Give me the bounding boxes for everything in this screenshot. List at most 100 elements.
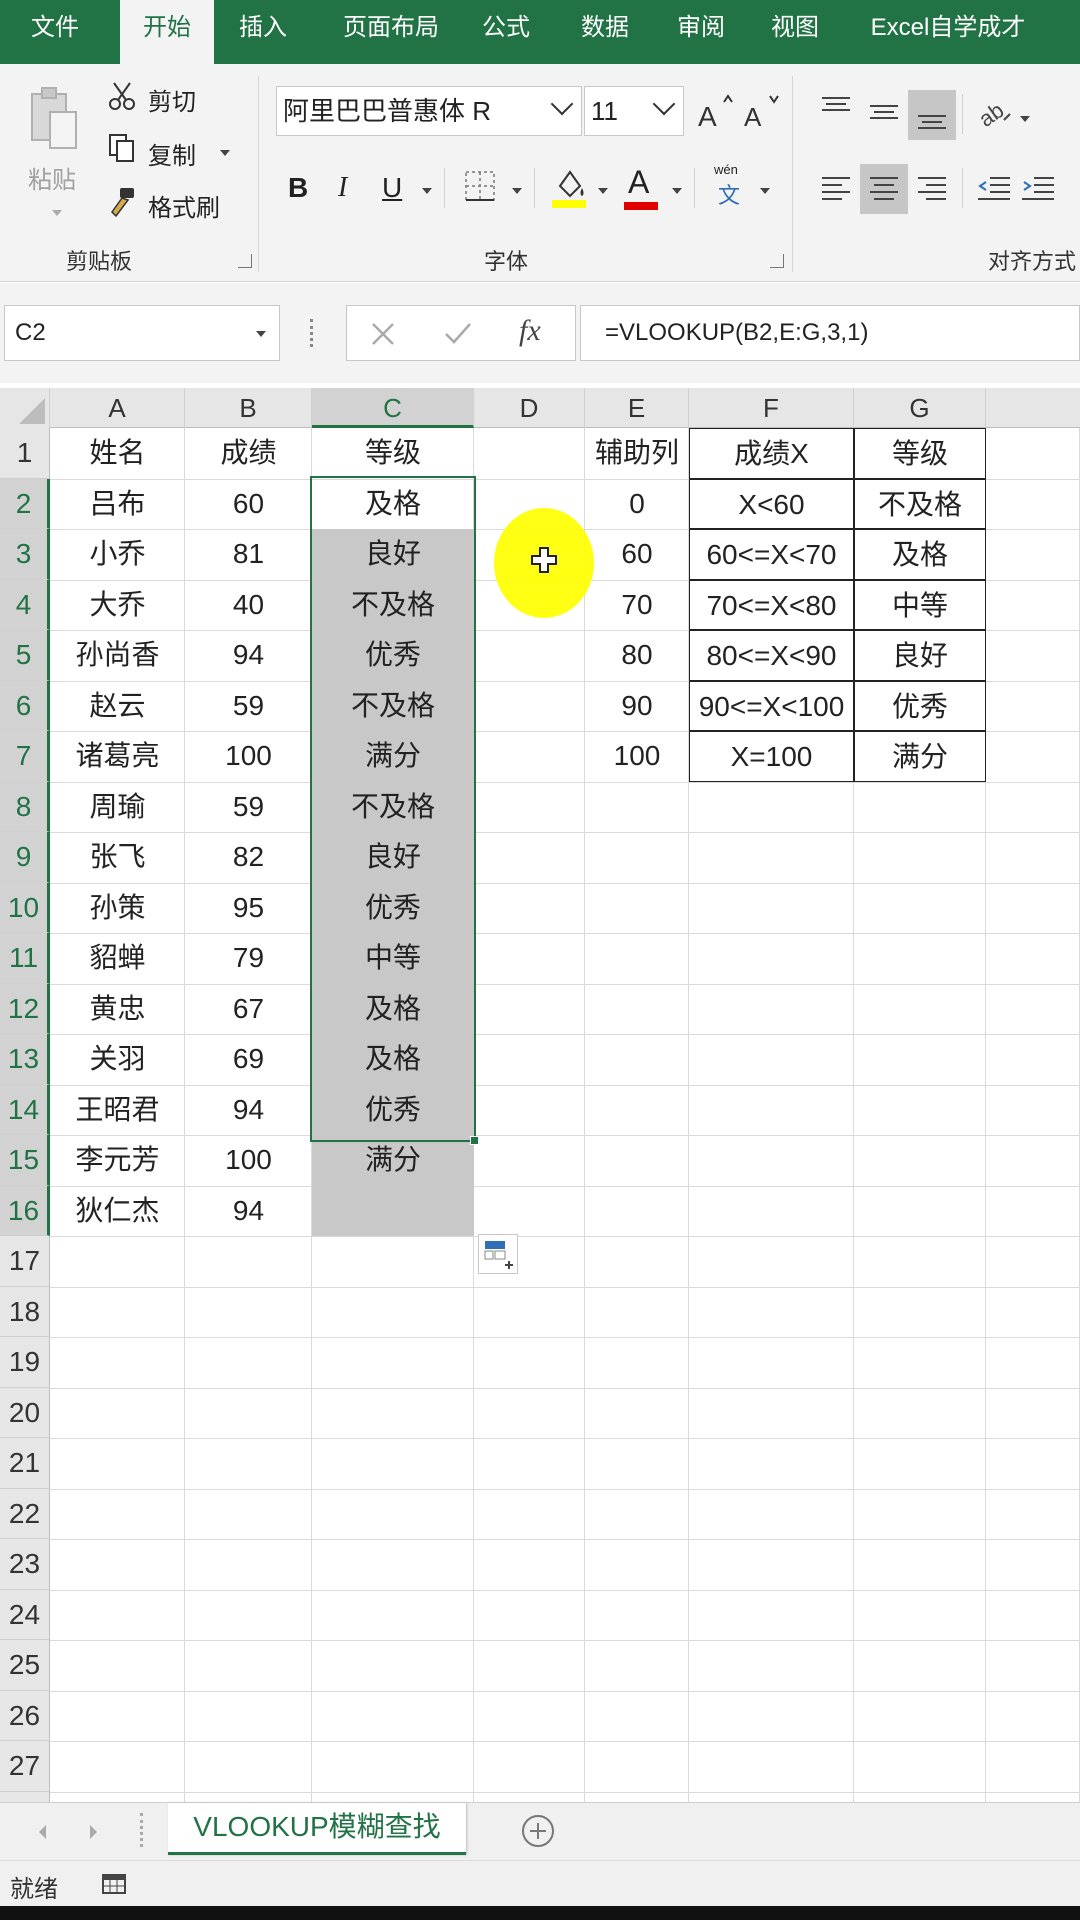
select-all-button[interactable] <box>0 388 50 428</box>
helper-column-header-cell[interactable]: 辅助列 <box>585 428 689 479</box>
font-dialog-launcher-icon[interactable] <box>770 254 784 268</box>
underline-dropdown-icon[interactable] <box>422 188 432 194</box>
name-cell[interactable]: 大乔 <box>50 580 185 631</box>
score-cell[interactable]: 100 <box>185 731 312 782</box>
formula-input[interactable]: =VLOOKUP(B2,E:G,3,1) <box>580 305 1080 361</box>
borders-dropdown-icon[interactable] <box>512 188 522 194</box>
row-header[interactable]: 11 <box>0 933 50 984</box>
name-header-cell[interactable]: 姓名 <box>50 428 185 479</box>
format-painter-button[interactable]: 格式刷 <box>148 188 220 223</box>
tab-page-layout[interactable]: 页面布局 <box>318 0 464 64</box>
helper-value-cell[interactable]: 80 <box>585 630 689 681</box>
name-cell[interactable]: 诸葛亮 <box>50 731 185 782</box>
decrease-font-size-icon[interactable]: A <box>740 90 784 134</box>
align-left-icon[interactable] <box>818 174 854 204</box>
row-header[interactable]: 7 <box>0 731 50 782</box>
tab-excel-self-study[interactable]: Excel自学成才 <box>850 0 1046 64</box>
score-cell[interactable]: 94 <box>185 630 312 681</box>
grade-cell[interactable] <box>312 1185 474 1236</box>
row-header[interactable]: 14 <box>0 1084 50 1135</box>
font-size-combo[interactable]: 11 <box>584 86 684 136</box>
score-cell[interactable]: 94 <box>185 1085 312 1136</box>
row-header[interactable]: 27 <box>0 1741 50 1792</box>
column-header-d[interactable]: D <box>474 388 585 428</box>
clipboard-dialog-launcher-icon[interactable] <box>238 254 252 268</box>
row-header[interactable]: 6 <box>0 680 50 731</box>
worksheet-grid[interactable]: A B C D E F G 1 2 3 4 5 6 7 8 9 10 11 12 13 14 15 16 17 1… <box>0 388 1080 1802</box>
score-cell[interactable]: 82 <box>185 832 312 883</box>
name-box[interactable]: C2 <box>4 305 280 361</box>
tab-insert[interactable]: 插入 <box>218 0 308 64</box>
score-cell[interactable]: 95 <box>185 883 312 934</box>
paste-label[interactable]: 粘贴 <box>28 160 76 195</box>
fill-color-dropdown-icon[interactable] <box>598 188 608 194</box>
cut-button[interactable]: 剪切 <box>148 82 196 117</box>
tab-data[interactable]: 数据 <box>560 0 650 64</box>
row-header[interactable]: 15 <box>0 1135 50 1186</box>
decrease-indent-icon[interactable] <box>976 174 1012 204</box>
helper-value-cell[interactable]: 90 <box>585 681 689 732</box>
column-header-c[interactable]: C <box>312 388 474 428</box>
macro-record-icon[interactable] <box>100 1869 130 1897</box>
sheet-tab-vlookup[interactable]: VLOOKUP模糊查找 <box>168 1803 466 1855</box>
copy-dropdown-icon[interactable] <box>220 150 230 156</box>
row-header[interactable]: 26 <box>0 1690 50 1741</box>
column-header-h[interactable] <box>986 388 1080 428</box>
score-cell[interactable]: 40 <box>185 580 312 631</box>
bold-button[interactable]: B <box>288 172 308 204</box>
phonetic-dropdown-icon[interactable] <box>760 188 770 194</box>
row-header[interactable]: 9 <box>0 832 50 883</box>
lookup-grade-cell[interactable]: 满分 <box>854 731 986 782</box>
row-header[interactable]: 5 <box>0 630 50 681</box>
score-cell[interactable]: 67 <box>185 984 312 1035</box>
score-range-header-cell[interactable]: 成绩X <box>689 428 854 479</box>
phonetic-guide-button[interactable]: 文 <box>718 178 740 210</box>
tab-view[interactable]: 视图 <box>752 0 838 64</box>
lookup-grade-cell[interactable]: 中等 <box>854 579 986 630</box>
increase-indent-icon[interactable] <box>1020 174 1056 204</box>
row-header[interactable]: 4 <box>0 579 50 630</box>
paste-icon[interactable] <box>28 84 80 156</box>
score-cell[interactable]: 59 <box>185 681 312 732</box>
score-range-cell[interactable]: 70<=X<80 <box>689 579 854 630</box>
column-header-a[interactable]: A <box>50 388 185 428</box>
phonetic-pinyin-label[interactable]: wén <box>714 162 738 177</box>
name-cell[interactable]: 狄仁杰 <box>50 1186 185 1237</box>
scroll-right-icon[interactable] <box>86 1823 100 1841</box>
row-header[interactable]: 10 <box>0 882 50 933</box>
helper-value-cell[interactable]: 60 <box>585 529 689 580</box>
score-cell[interactable]: 69 <box>185 1034 312 1085</box>
helper-value-cell[interactable]: 0 <box>585 479 689 530</box>
orientation-dropdown-icon[interactable] <box>1020 116 1030 122</box>
name-box-dropdown-icon[interactable] <box>256 331 266 337</box>
score-cell[interactable]: 94 <box>185 1186 312 1237</box>
grade-cell[interactable]: 满分 <box>312 1135 474 1186</box>
name-cell[interactable]: 貂蝉 <box>50 933 185 984</box>
increase-font-size-icon[interactable]: A <box>694 90 738 134</box>
row-header[interactable]: 20 <box>0 1387 50 1438</box>
name-cell[interactable]: 关羽 <box>50 1034 185 1085</box>
tab-splitter[interactable] <box>140 1813 143 1847</box>
score-range-cell[interactable]: 60<=X<70 <box>689 529 854 580</box>
tab-formulas[interactable]: 公式 <box>466 0 546 64</box>
row-header[interactable]: 25 <box>0 1640 50 1691</box>
helper-value-cell[interactable]: 70 <box>585 580 689 631</box>
font-color-dropdown-icon[interactable] <box>672 188 682 194</box>
font-name-combo[interactable]: 阿里巴巴普惠体 R <box>276 86 582 136</box>
score-cell[interactable]: 100 <box>185 1135 312 1186</box>
lookup-grade-cell[interactable]: 不及格 <box>854 478 986 529</box>
column-header-b[interactable]: B <box>185 388 312 428</box>
column-header-f[interactable]: F <box>689 388 854 428</box>
score-cell[interactable]: 79 <box>185 933 312 984</box>
italic-button[interactable]: I <box>338 172 347 204</box>
row-header[interactable]: 22 <box>0 1488 50 1539</box>
middle-align-icon[interactable] <box>866 98 902 128</box>
name-cell[interactable]: 孙尚香 <box>50 630 185 681</box>
column-header-g[interactable]: G <box>854 388 986 428</box>
row-header[interactable]: 28 <box>0 1791 50 1802</box>
row-header[interactable]: 24 <box>0 1589 50 1640</box>
auto-fill-options-button[interactable] <box>478 1234 518 1274</box>
align-right-icon[interactable] <box>914 174 950 204</box>
score-cell[interactable]: 81 <box>185 529 312 580</box>
score-cell[interactable]: 59 <box>185 782 312 833</box>
